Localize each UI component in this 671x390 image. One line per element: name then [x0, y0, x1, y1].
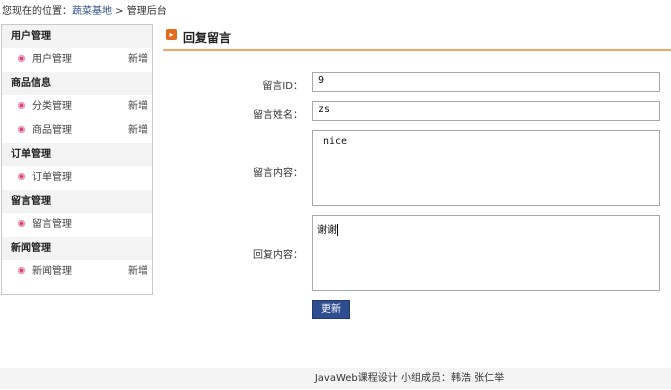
breadcrumb-link-home[interactable]: 蔬菜基地	[72, 6, 112, 17]
sidebar-item-label: 订单管理	[32, 172, 72, 183]
message-name-field[interactable]: zs	[312, 101, 660, 121]
text-cursor	[337, 224, 338, 236]
reply-content-text: 谢谢	[317, 225, 337, 236]
footer: JavaWeb课程设计 小组成员：韩浩 张仁举	[0, 368, 671, 389]
bullet-icon	[18, 173, 25, 180]
add-user-link[interactable]: 新增	[128, 48, 148, 72]
arrow-right-icon: ▸	[166, 29, 177, 40]
bullet-icon	[18, 55, 25, 62]
bullet-icon	[18, 102, 25, 109]
page-title: 回复留言	[183, 31, 232, 45]
sidebar-item-message-manage[interactable]: 留言管理	[2, 213, 152, 237]
add-news-link[interactable]: 新增	[128, 260, 148, 284]
message-content-textarea[interactable]: nice	[312, 130, 660, 206]
message-name-label: 留言姓名：	[253, 110, 303, 121]
reply-content-label: 回复内容：	[253, 250, 303, 261]
sidebar-item-label: 新闻管理	[32, 266, 72, 277]
bullet-icon	[18, 220, 25, 227]
breadcrumb-current: 管理后台	[126, 6, 167, 17]
bullet-icon	[18, 126, 25, 133]
sidebar-section-users: 用户管理	[2, 25, 152, 48]
reply-content-textarea[interactable]: 谢谢	[312, 215, 660, 291]
breadcrumb-separator: >	[112, 6, 127, 17]
sidebar-section-products: 商品信息	[2, 72, 152, 95]
sidebar-item-product-manage[interactable]: 商品管理 新增	[2, 119, 152, 143]
sidebar-section-orders: 订单管理	[2, 143, 152, 166]
sidebar-item-label: 分类管理	[32, 101, 72, 112]
sidebar-section-news: 新闻管理	[2, 237, 152, 260]
sidebar: 用户管理 用户管理 新增 商品信息 分类管理 新增 商品管理 新增 订单管理 订…	[1, 24, 153, 295]
add-product-link[interactable]: 新增	[128, 119, 148, 143]
main-panel: ▸ 回复留言 留言ID： 9 留言姓名： zs 留言内容： nice 回复内容：…	[163, 24, 671, 319]
message-content-label: 留言内容：	[253, 168, 303, 179]
sidebar-item-user-manage[interactable]: 用户管理 新增	[2, 48, 152, 72]
add-category-link[interactable]: 新增	[128, 95, 148, 119]
message-id-field[interactable]: 9	[312, 72, 660, 92]
sidebar-item-label: 留言管理	[32, 219, 72, 230]
sidebar-item-label: 用户管理	[32, 54, 72, 65]
sidebar-item-news-manage[interactable]: 新闻管理 新增	[2, 260, 152, 284]
sidebar-item-category-manage[interactable]: 分类管理 新增	[2, 95, 152, 119]
breadcrumb: 您现在的位置：蔬菜基地 > 管理后台	[2, 2, 167, 17]
breadcrumb-prefix: 您现在的位置：	[2, 6, 72, 17]
footer-text: JavaWeb课程设计 小组成员：韩浩 张仁举	[314, 373, 505, 384]
update-button[interactable]: 更新	[312, 300, 350, 319]
message-id-label: 留言ID：	[262, 81, 303, 92]
panel-header: ▸ 回复留言	[163, 24, 671, 51]
sidebar-section-messages: 留言管理	[2, 190, 152, 213]
sidebar-item-label: 商品管理	[32, 125, 72, 136]
sidebar-item-order-manage[interactable]: 订单管理	[2, 166, 152, 190]
bullet-icon	[18, 267, 25, 274]
